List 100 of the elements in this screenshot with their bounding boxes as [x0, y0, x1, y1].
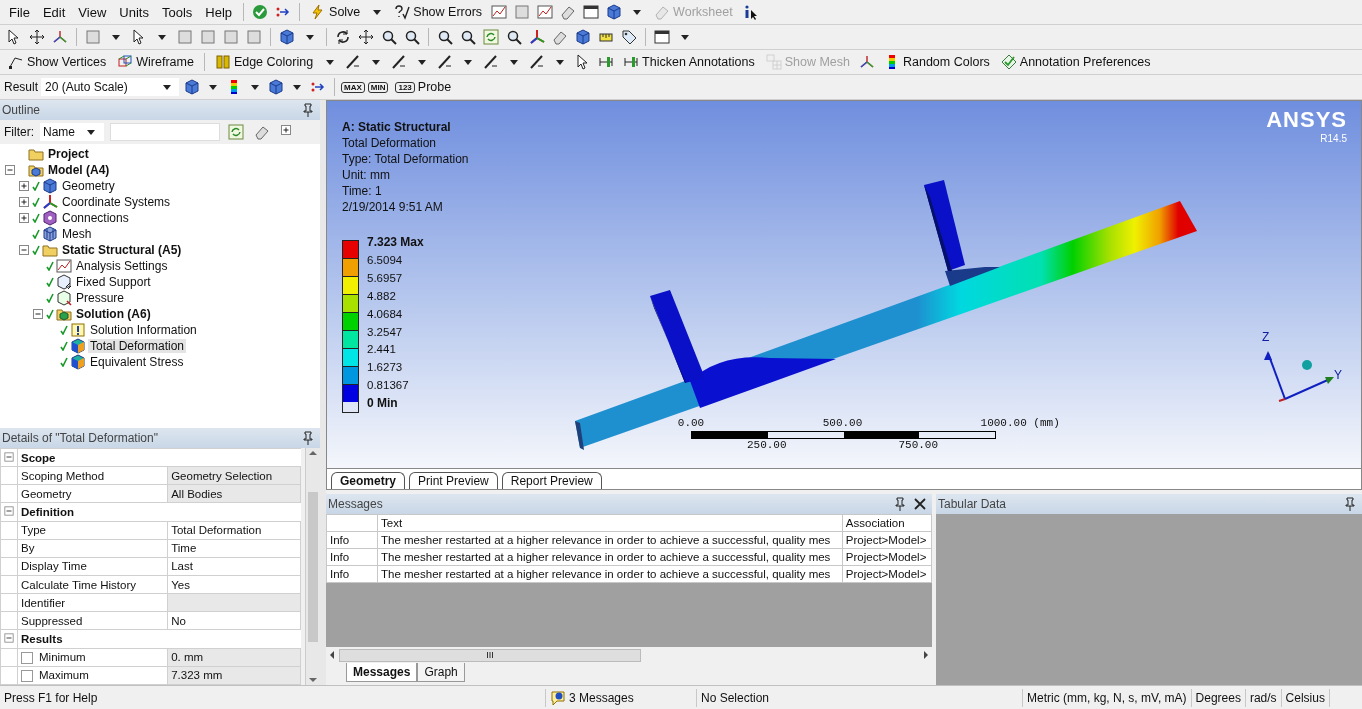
toolbar-button[interactable] [182, 77, 202, 97]
panel-tab[interactable]: Messages [346, 663, 418, 682]
toolbar-button[interactable]: Show Errors [390, 1, 487, 23]
column-header[interactable]: Association [842, 514, 932, 532]
refresh-icon [228, 124, 244, 140]
toolbar-button[interactable] [652, 27, 672, 47]
toolbar-button[interactable]: Annotation Preferences [996, 51, 1155, 73]
checkbox-icon [1000, 54, 1017, 70]
menu-item[interactable]: Units [114, 2, 154, 22]
tree-item[interactable]: Analysis Settings [74, 259, 170, 273]
checkbox[interactable] [21, 651, 33, 664]
group-header: Scope [17, 448, 301, 467]
toolbar-button[interactable] [27, 27, 47, 47]
toolbar-button[interactable]: Edge Coloring [210, 51, 318, 73]
collapse-icon[interactable] [4, 164, 16, 176]
checkbox[interactable] [21, 669, 33, 682]
scroll-up-icon[interactable] [309, 450, 317, 456]
toolbar-button[interactable] [619, 27, 639, 47]
tree-item[interactable]: Solution (A6) [74, 307, 153, 321]
tree-item[interactable]: Model (A4) [46, 163, 112, 177]
probe-button[interactable]: 123 Probe [391, 77, 456, 97]
expand-icon[interactable] [18, 212, 30, 224]
tree-item[interactable]: Project [46, 147, 91, 161]
tree-item[interactable]: Geometry [60, 179, 117, 193]
menu-item[interactable]: File [4, 2, 35, 22]
scrollbar-thumb[interactable]: III [339, 648, 641, 662]
tree-item[interactable]: Connections [60, 211, 131, 225]
message-count[interactable]: 3 Messages [569, 690, 634, 705]
unit-system[interactable]: Metric (mm, kg, N, s, mV, mA) [1023, 688, 1192, 707]
thicken-icon [598, 54, 615, 70]
axis-label: Z [1262, 330, 1270, 344]
scale-label: 750.00 [898, 439, 939, 451]
tree-item[interactable]: Equivalent Stress [88, 355, 186, 369]
eraser-icon [654, 4, 671, 20]
result-info-text: 2/19/2014 9:51 AM [342, 199, 444, 215]
pin-icon [300, 102, 316, 118]
tree-item[interactable]: Pressure [74, 291, 127, 305]
magnifier-icon [506, 29, 522, 45]
menu-item[interactable]: Tools [156, 2, 198, 22]
folder-icon [42, 242, 58, 258]
collapse-icon[interactable] [18, 244, 30, 256]
view-tab[interactable]: Report Preview [501, 472, 602, 489]
view-tab[interactable]: Print Preview [409, 472, 498, 489]
wireframe-icon [117, 54, 134, 70]
tree-item[interactable]: Coordinate Systems [60, 195, 173, 209]
toolbar-button[interactable]: Random Colors [880, 51, 994, 73]
vertex-icon [8, 54, 24, 70]
toolbar-button[interactable] [266, 77, 286, 97]
speed-unit[interactable]: rad/s [1245, 688, 1282, 707]
view-tab[interactable]: Geometry [331, 472, 406, 489]
toolbar-button[interactable]: MAX [341, 81, 365, 93]
tree-item[interactable]: Fixed Support [74, 275, 153, 289]
cube-icon [575, 29, 591, 45]
toolbar-button[interactable]: Show Vertices [4, 51, 111, 73]
toolbar-button[interactable] [573, 27, 593, 47]
exclamation-icon [70, 322, 86, 338]
result-scale-dropdown[interactable]: 20 (Auto Scale) [41, 78, 179, 96]
check-icon [252, 4, 269, 20]
line-icon [529, 54, 546, 70]
legend-label: 2.441 [367, 342, 397, 358]
toolbar-button[interactable] [277, 27, 297, 47]
square-icon [85, 29, 101, 45]
filter-dropdown[interactable]: Name [40, 123, 104, 141]
legend-label: 1.6273 [367, 360, 404, 376]
menu-item[interactable]: Edit [37, 2, 71, 22]
tree-item[interactable]: Total Deformation [88, 339, 187, 353]
panel-tab[interactable]: Graph [417, 663, 465, 682]
expand-icon[interactable] [18, 180, 30, 192]
toolbar-button[interactable] [581, 2, 602, 22]
scrollbar-thumb[interactable] [308, 491, 318, 642]
angle-unit[interactable]: Degrees [1191, 688, 1246, 707]
scale-label: 500.00 [822, 417, 863, 429]
folder-icon [28, 146, 44, 162]
toolbar-button[interactable] [356, 27, 376, 47]
chart-icon [491, 4, 508, 20]
collapse-icon[interactable] [32, 308, 44, 320]
scroll-right-icon[interactable] [923, 651, 929, 659]
toolbar-button[interactable]: Wireframe [113, 51, 198, 73]
menu-item[interactable]: View [73, 2, 112, 22]
menu-item[interactable]: Help [200, 2, 238, 22]
tree-item[interactable]: Solution Information [88, 323, 199, 337]
temperature-unit[interactable]: Celsius [1281, 688, 1330, 707]
cube-icon [184, 79, 200, 95]
tree-item[interactable]: Mesh [60, 227, 94, 241]
square-icon [200, 29, 216, 45]
scale-label: 0.00 [677, 417, 705, 429]
square-icon [177, 29, 193, 45]
tree-item[interactable]: Static Structural (A5) [60, 243, 184, 257]
column-header[interactable]: Text [377, 514, 843, 532]
error-check-icon [394, 4, 411, 20]
toolbar-button[interactable]: MIN [367, 81, 389, 93]
tag-icon [621, 29, 637, 45]
expand-icon[interactable] [18, 196, 30, 208]
filter-field[interactable] [110, 123, 220, 141]
viewport[interactable] [327, 101, 1361, 468]
scroll-left-icon[interactable] [329, 651, 335, 659]
scroll-down-icon[interactable] [309, 677, 317, 683]
triad-icon [52, 29, 68, 45]
toolbar-button[interactable]: Solve [306, 1, 365, 23]
toolbar-button[interactable]: Thicken Annotations [619, 51, 759, 73]
